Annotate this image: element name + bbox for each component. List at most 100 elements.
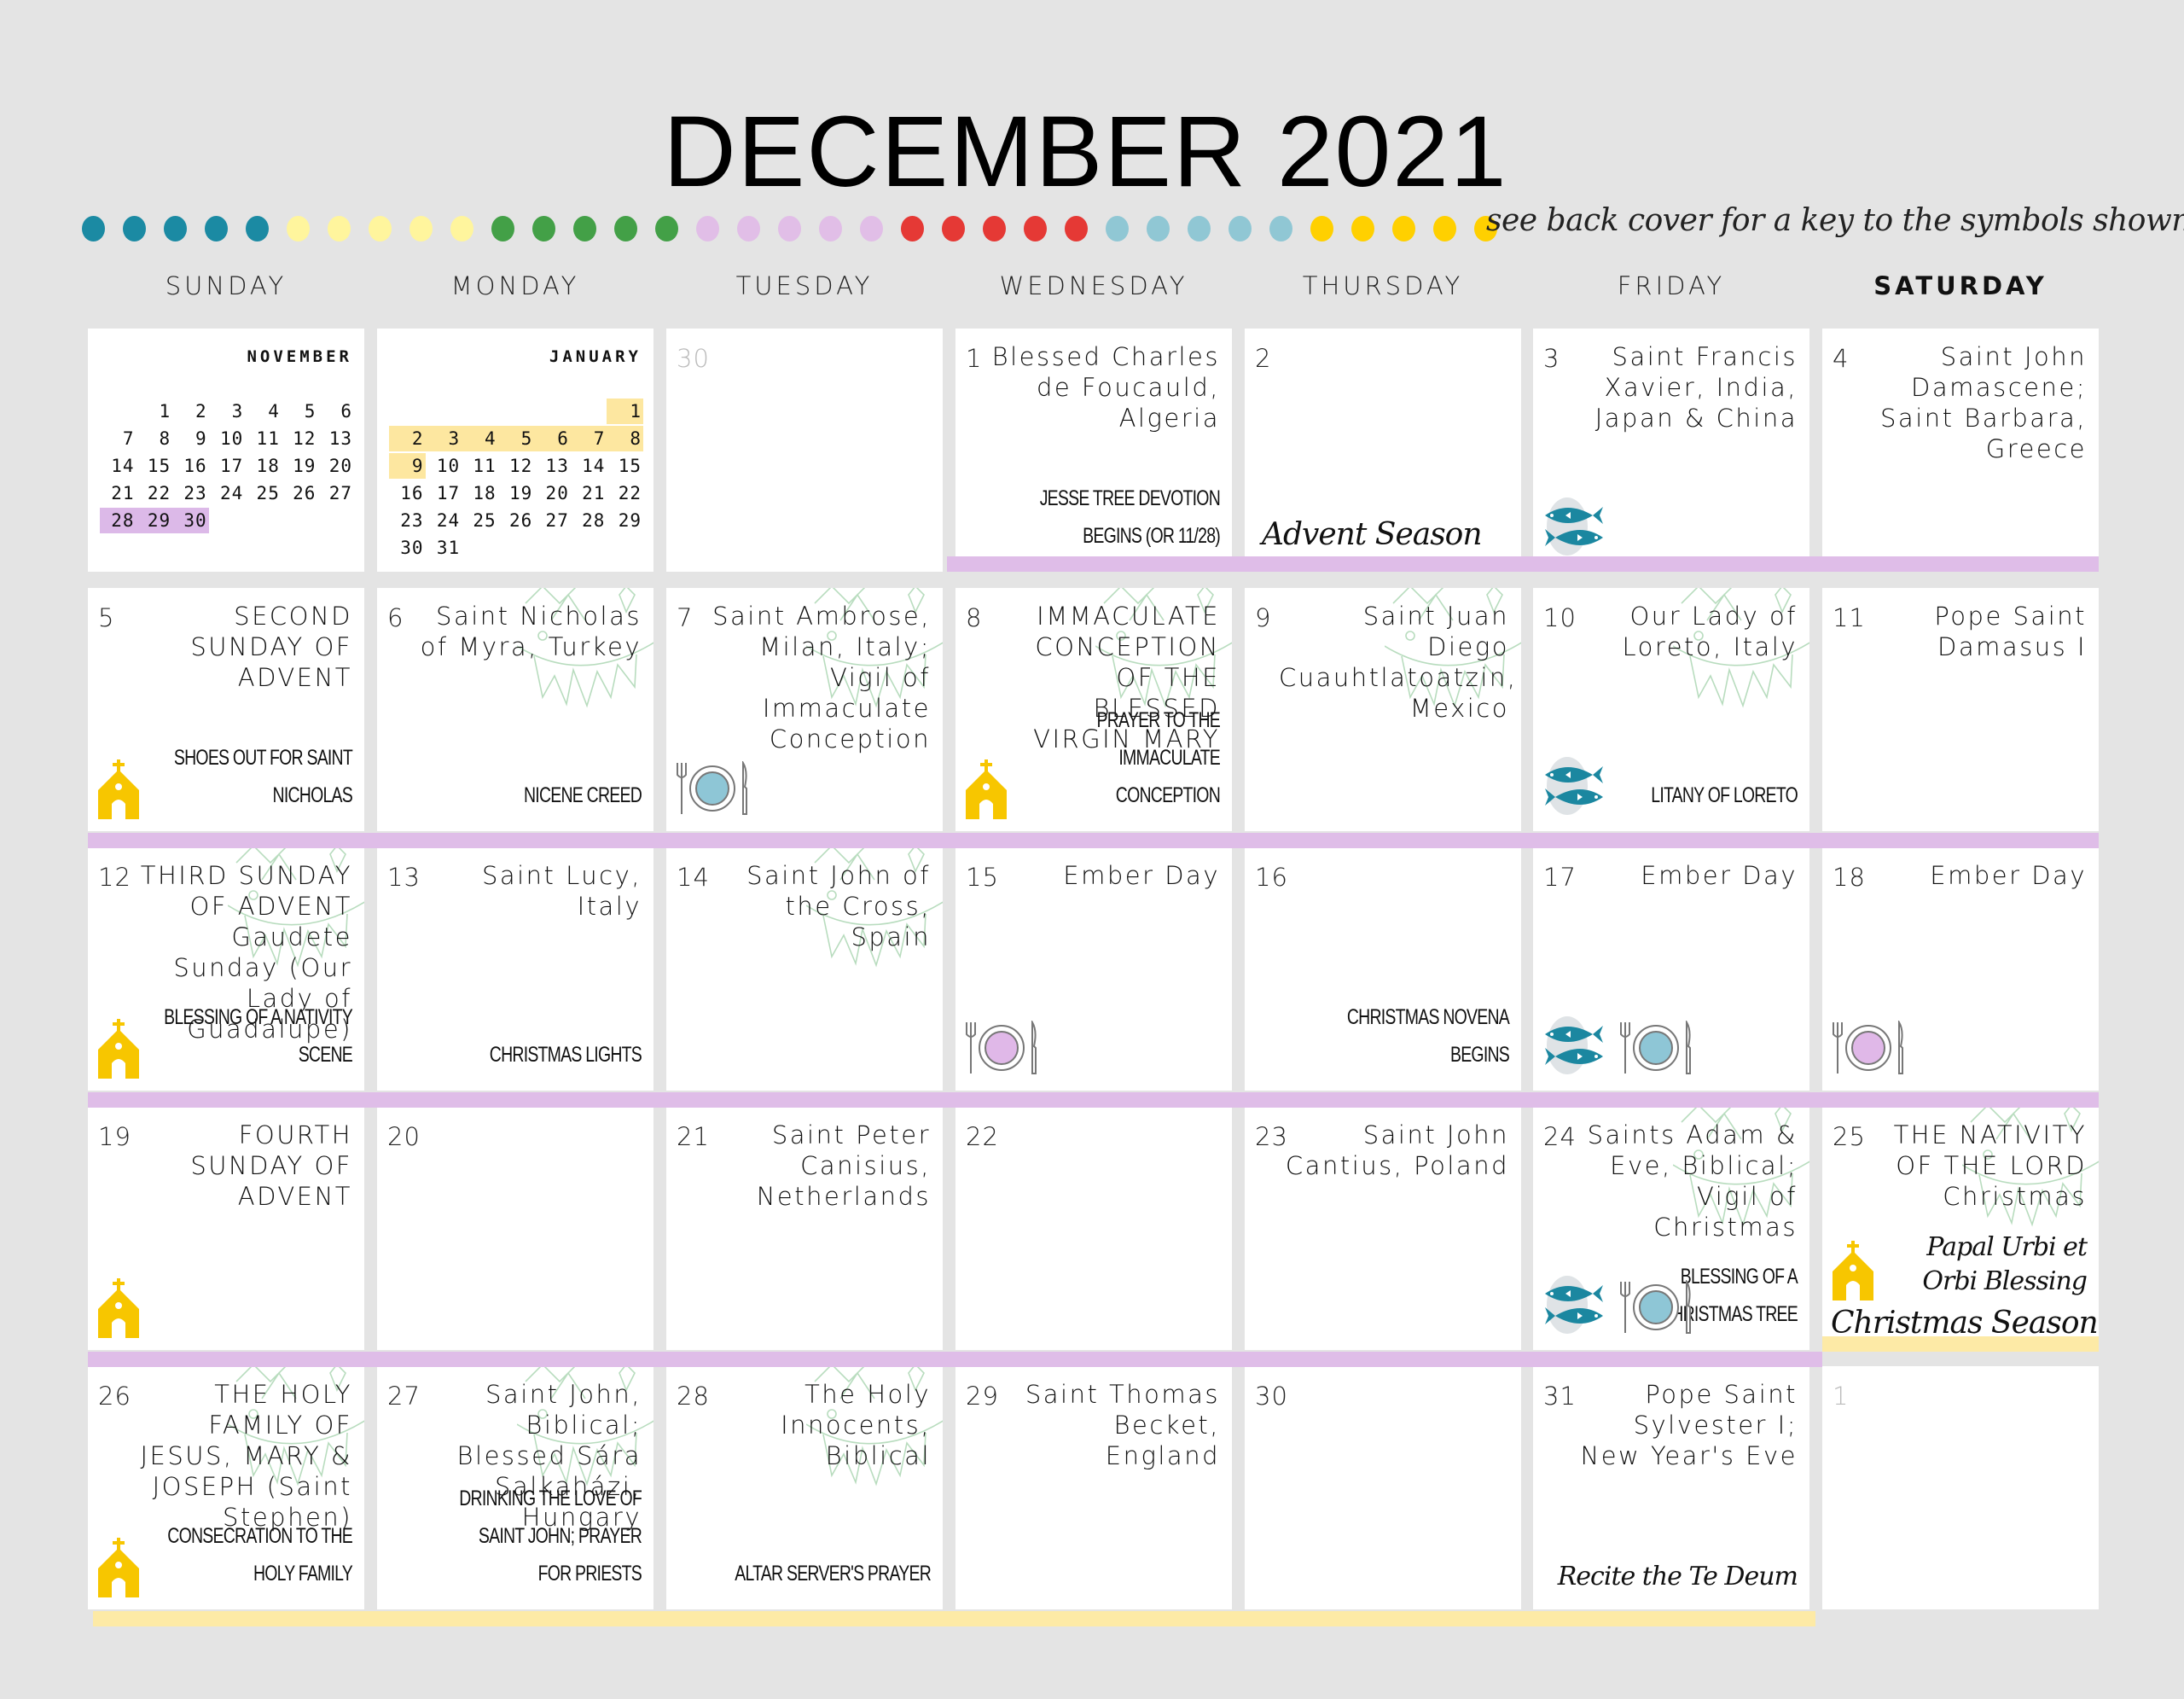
- church-icon: [964, 759, 1008, 819]
- day-cell[interactable]: 24 Saints Adam & Eve, Biblical; Vigil of …: [1533, 1107, 1809, 1350]
- mini-calendar-day: 18: [256, 456, 280, 476]
- feast-text: THE NATIVITY OF THE LORD Christmas: [1893, 1120, 2087, 1211]
- day-number: 30: [1255, 1382, 1288, 1411]
- devotion-note: Consecration to the Holy Family: [167, 1524, 352, 1586]
- color-dot: [287, 216, 310, 241]
- day-cell[interactable]: 1 Blessed Charles de Foucauld, Algeria Jes…: [956, 329, 1232, 572]
- color-dot: [205, 216, 228, 241]
- season-label: Advent Season: [1262, 517, 1483, 552]
- advent-season-bar: [947, 556, 2099, 572]
- day-cell[interactable]: 29 Saint Thomas Becket, England: [956, 1366, 1232, 1609]
- mini-calendar-day: 23: [183, 483, 207, 503]
- weekday-saturday: SATURDAY: [1873, 271, 2048, 300]
- day-cell[interactable]: 16 Christmas Novena Begins: [1245, 847, 1521, 1091]
- mini-calendar-day: 24: [436, 510, 461, 531]
- mini-calendar-blank: [498, 399, 535, 424]
- day-cell[interactable]: 4 Saint John Damascene; Saint Barbara, Gr…: [1822, 329, 2099, 572]
- mini-calendar-day: 16: [183, 456, 207, 476]
- color-dot: [942, 216, 965, 241]
- day-cell[interactable]: 7 Saint Ambrose, Milan, Italy; Vigil of I…: [666, 588, 943, 831]
- day-cell[interactable]: 14 Saint John of the Cross, Spain: [666, 847, 943, 1091]
- day-cell[interactable]: 31 Pope Saint Sylvester I; New Year's Eve…: [1533, 1366, 1809, 1609]
- feast-text: FOURTH SUNDAY OF ADVENT: [190, 1120, 352, 1211]
- fish-icon: [1542, 497, 1606, 556]
- mini-calendar-day: 11: [256, 428, 280, 449]
- church-icon: [96, 1538, 141, 1597]
- church-icon: [1831, 1241, 1875, 1300]
- mini-calendar-day: 15: [147, 456, 171, 476]
- day-cell[interactable]: 30: [1245, 1366, 1521, 1609]
- feast-text: Saint Ambrose, Milan, Italy; Vigil of Im…: [712, 602, 931, 753]
- mini-calendar-day: 13: [545, 456, 569, 476]
- feast-text: Saints Adam & Eve, Biblical; Vigil of Ch…: [1587, 1120, 1798, 1242]
- mini-calendar-day: 7: [570, 426, 607, 451]
- day-number: 5: [98, 603, 115, 632]
- day-cell[interactable]: 23 Saint John Cantius, Poland: [1245, 1107, 1521, 1350]
- feast-text: Ember Day: [1063, 861, 1220, 890]
- day-cell[interactable]: 26 THE HOLY FAMILY OF JESUS, MARY & JOSEP…: [88, 1366, 364, 1609]
- color-dot: [491, 216, 514, 241]
- church-icon: [96, 1278, 141, 1338]
- symbol-key-note: see back cover for a key to the symbols …: [1486, 203, 2184, 238]
- devotion-note: Drinking the Love of Saint John; Prayer …: [459, 1487, 642, 1586]
- feast-text: Saint Lucy, Italy: [481, 861, 642, 921]
- mini-calendar-day: 27: [328, 483, 352, 503]
- mini-calendar-day: 12: [508, 456, 533, 476]
- mini-calendar-day: 12: [293, 428, 317, 449]
- day-cell[interactable]: 9 Saint Juan Diego Cuauhtlatoatzin, Mexic…: [1245, 588, 1521, 831]
- mini-calendar-blank: [389, 399, 426, 424]
- church-icon: [96, 1019, 141, 1079]
- mini-calendar-cell[interactable]: JANUARY 1 2 3 4 5 6 7 8 9 10 11 12 13 14 15 16 17 18 19 20 21…: [377, 329, 653, 572]
- devotion-note: Jesse Tree Devotion Begins (or 11/28): [1039, 486, 1221, 548]
- mini-calendar-day: 22: [147, 483, 171, 503]
- day-cell[interactable]: 30: [666, 329, 943, 572]
- mini-calendar-day: 7: [122, 428, 135, 449]
- day-number: 1: [966, 344, 983, 373]
- weekday-monday: MONDAY: [450, 271, 580, 300]
- mini-calendar-day: 30: [400, 538, 424, 558]
- mini-calendar-days: 1 2 3 4 5 6 7 8 9 10 11 12 13 14 15 16 17 18 19 20 21 22 23 24 2…: [389, 399, 643, 561]
- mini-calendar-day: 15: [618, 456, 642, 476]
- day-cell[interactable]: 11 Pope Saint Damasus I: [1822, 588, 2099, 831]
- day-cell[interactable]: 20: [377, 1107, 653, 1350]
- day-cell[interactable]: 3 Saint Francis Xavier, India, Japan & Ch…: [1533, 329, 1809, 572]
- day-cell[interactable]: 1: [1822, 1366, 2099, 1609]
- advent-season-bar: [88, 1352, 1822, 1367]
- mini-calendar-day: 21: [111, 483, 135, 503]
- day-cell[interactable]: 8 IMMACULATE CONCEPTION OF THE BLESSED VI…: [956, 588, 1232, 831]
- mini-calendar-day: 1: [607, 399, 643, 424]
- day-cell[interactable]: 17 Ember Day: [1533, 847, 1809, 1091]
- day-cell[interactable]: 22: [956, 1107, 1232, 1350]
- day-cell[interactable]: 18 Ember Day: [1822, 847, 2099, 1091]
- color-dot: [819, 216, 842, 241]
- mini-calendar-day: 6: [340, 401, 352, 422]
- mini-calendar-title: NOVEMBER: [247, 347, 352, 366]
- devotion-note: Shoes out for Saint Nicholas: [173, 746, 353, 807]
- feast-text: THE HOLY FAMILY OF JESUS, MARY & JOSEPH …: [140, 1380, 352, 1532]
- day-cell[interactable]: 28 The Holy Innocents, Biblical Altar Serv…: [666, 1366, 943, 1609]
- advent-season-bar: [88, 833, 2099, 848]
- day-cell[interactable]: 27 Saint John, Biblical; Blessed Sára Sal…: [377, 1366, 653, 1609]
- mini-calendar-day: 14: [582, 456, 606, 476]
- mini-calendar-cell[interactable]: NOVEMBER 1 2 3 4 5 6 7 8 9 10 11 12 13 14 15 16 17 18 19 20 2…: [88, 329, 364, 572]
- day-cell[interactable]: 10 Our Lady of Loreto, Italy Litany of Lor…: [1533, 588, 1809, 831]
- day-cell[interactable]: 21 Saint Peter Canisius, Netherlands: [666, 1107, 943, 1350]
- color-dot: [655, 216, 678, 241]
- mini-calendar-title: JANUARY: [549, 347, 642, 366]
- feast-text: Saint Nicholas of Myra, Turkey: [420, 602, 642, 661]
- feast-text: Saint Francis Xavier, India, Japan & Chi…: [1594, 342, 1798, 433]
- color-dot: [82, 216, 105, 241]
- christmas-season-bar: [93, 1611, 1815, 1626]
- color-dot: [532, 216, 555, 241]
- feast-text: The Holy Innocents, Biblical: [781, 1380, 931, 1470]
- mini-calendar-day: 1: [159, 401, 171, 422]
- mini-calendar-day: 13: [328, 428, 352, 449]
- mini-calendar-day: 21: [582, 483, 606, 503]
- day-cell[interactable]: 13 Saint Lucy, Italy Christmas Lights: [377, 847, 653, 1091]
- day-cell[interactable]: 15 Ember Day: [956, 847, 1232, 1091]
- day-cell[interactable]: 5 SECOND SUNDAY OF ADVENT Shoes out for Sa…: [88, 588, 364, 831]
- day-cell[interactable]: 19 FOURTH SUNDAY OF ADVENT: [88, 1107, 364, 1350]
- mini-calendar-day: 25: [256, 483, 280, 503]
- day-cell[interactable]: 12 THIRD SUNDAY OF ADVENT Gaudete Sunday …: [88, 847, 364, 1091]
- day-cell[interactable]: 6 Saint Nicholas of Myra, Turkey Nicene Cr…: [377, 588, 653, 831]
